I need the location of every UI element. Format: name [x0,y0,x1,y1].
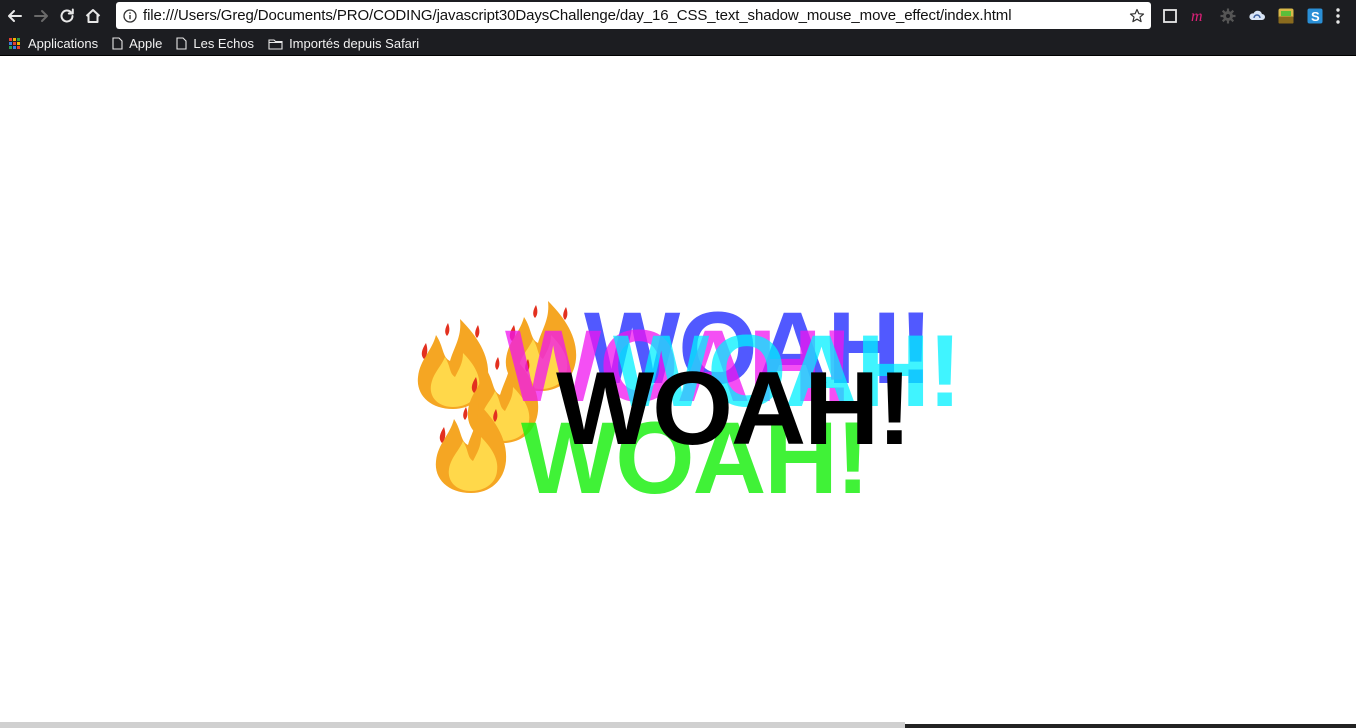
extension-m-button[interactable]: m [1189,6,1209,26]
fire-emoji-icon [435,403,507,493]
page-icon [176,37,187,50]
bookmark-apple[interactable]: Apple [104,33,168,55]
svg-text:m: m [1191,8,1203,25]
frame-icon [1163,9,1177,23]
m-logo-icon: m [1191,8,1203,25]
folder-icon [268,38,283,50]
reload-button[interactable] [54,3,80,29]
tile-icon [1278,8,1294,24]
dock-edge [905,724,1356,728]
address-bar[interactable]: file:///Users/Greg/Documents/PRO/CODING/… [116,2,1151,29]
bookmark-label: Applications [28,36,99,51]
home-icon [85,9,101,23]
back-button[interactable] [2,3,28,29]
menu-dots-icon[interactable] [1330,6,1346,26]
bookmark-label: Importés depuis Safari [289,36,420,51]
forward-button[interactable] [28,3,54,29]
extension-s-button[interactable]: S [1305,6,1325,26]
bookmark-folder-safari[interactable]: Importés depuis Safari [260,33,425,55]
bookmark-label: Les Echos [193,36,255,51]
heading-main: WOAH! [556,351,912,467]
apps-grid-icon [9,37,21,50]
svg-text:S: S [1311,9,1320,24]
bookmark-label: Apple [129,36,163,51]
bookmark-star-icon[interactable] [1129,8,1145,24]
page-icon [112,37,123,50]
info-icon[interactable] [123,8,137,23]
home-button[interactable] [80,3,106,29]
extensions-area: m S [1160,4,1334,28]
extension-frame-button[interactable] [1160,6,1180,26]
url-text[interactable]: file:///Users/Greg/Documents/PRO/CODING/… [143,7,1129,24]
bookmark-applications[interactable]: Applications [0,33,104,55]
gear-icon [1220,8,1236,24]
reload-icon [60,8,74,23]
cloud-icon [1249,10,1265,20]
back-arrow-icon [8,10,22,22]
browser-toolbar: file:///Users/Greg/Documents/PRO/CODING/… [0,0,1356,32]
bookmark-les-echos[interactable]: Les Echos [168,33,260,55]
hero[interactable]: WOAH! WOAH! WOAH! WOAH! WOAH! [0,57,1356,728]
s-logo-icon: S [1307,8,1323,24]
extension-cloud-button[interactable] [1247,6,1267,26]
forward-arrow-icon [34,10,48,22]
page-content[interactable]: WOAH! WOAH! WOAH! WOAH! WOAH! [0,57,1356,728]
window-bottom-edge [0,722,905,728]
extension-gear-button[interactable] [1218,6,1238,26]
extension-tile-button[interactable] [1276,6,1296,26]
bookmarks-bar: Applications Apple Les Echos Importés de… [0,32,1356,56]
